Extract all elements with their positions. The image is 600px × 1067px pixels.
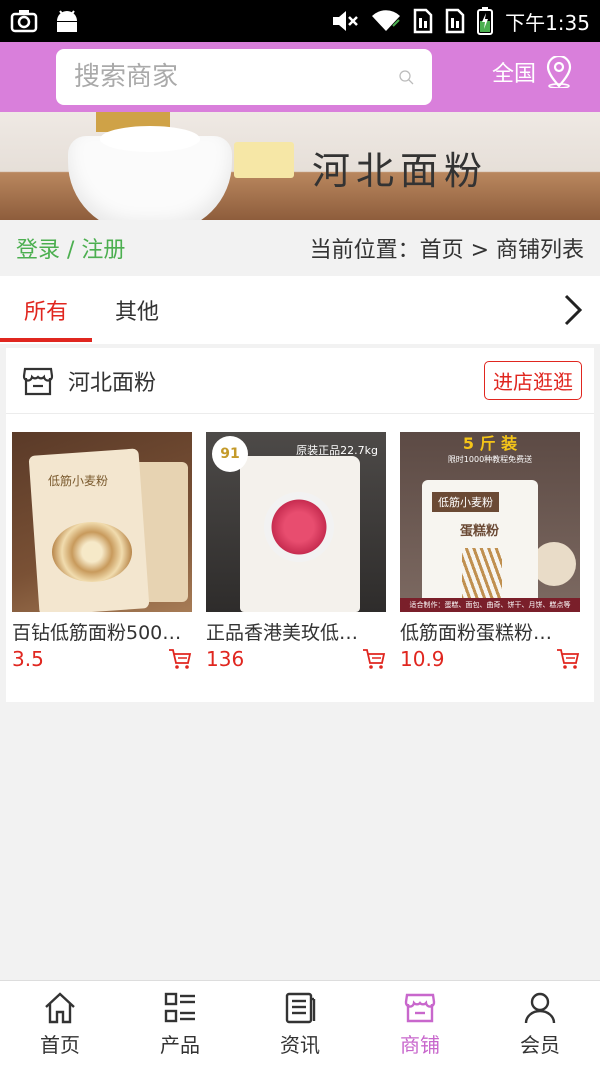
sim1-icon (413, 8, 433, 34)
location-pin-icon (546, 56, 572, 88)
chevron-right-icon[interactable] (558, 292, 586, 328)
nav-label: 首页 (40, 1032, 80, 1057)
tab-label: 其他 (114, 300, 159, 325)
product-image-subline: 限时1000种教程免费送 (447, 455, 533, 464)
product-tag: 91 (212, 436, 248, 472)
product-image[interactable]: 低筋小麦粉 (12, 432, 192, 612)
product-list: 低筋小麦粉 百钻低筋面粉500… 3.5 91 原装正品22.7kg 正品香港美… (6, 414, 594, 671)
tab-all[interactable]: 所有 (0, 276, 92, 344)
news-icon (285, 992, 316, 1023)
status-time: 下午1:35 (505, 10, 590, 35)
nav-label: 资讯 (280, 1032, 320, 1057)
nav-label: 商铺 (400, 1032, 440, 1057)
banner-title: 河北面粉 (312, 149, 489, 193)
cart-icon[interactable] (168, 648, 192, 670)
header: 全国 (0, 42, 600, 112)
sim2-icon (445, 8, 465, 34)
region-selector[interactable]: 全国 (492, 56, 574, 88)
product-bag-label: 低筋小麦粉 (432, 492, 499, 512)
product-image[interactable]: 5 斤 装 限时1000种教程免费送 低筋小麦粉 蛋糕粉 适合制作：蛋糕、面包、… (400, 432, 580, 612)
android-icon (57, 10, 77, 32)
login-register-link[interactable]: 登录 / 注册 (16, 232, 125, 264)
product-card[interactable]: 低筋小麦粉 百钻低筋面粉500… 3.5 (12, 432, 192, 671)
store-header: 河北面粉 进店逛逛 (6, 348, 594, 414)
wheat-image (462, 548, 502, 602)
wifi-icon (372, 10, 401, 32)
mute-icon (333, 11, 358, 31)
store-icon (22, 367, 54, 395)
banner[interactable]: 河北面粉 (0, 112, 600, 220)
cake-image (532, 542, 576, 586)
product-name[interactable]: 百钻低筋面粉500… (12, 618, 192, 645)
product-name[interactable]: 低筋面粉蛋糕粉… (400, 618, 580, 645)
product-bag-label: 低筋小麦粉 (48, 474, 109, 488)
category-tabs: 所有 其他 (0, 276, 600, 344)
search-input[interactable] (74, 62, 398, 92)
cake-roll-image (52, 522, 132, 582)
nav-news[interactable]: 资讯 (240, 981, 360, 1067)
battery-icon (477, 7, 494, 35)
product-card[interactable]: 5 斤 装 限时1000种教程免费送 低筋小麦粉 蛋糕粉 适合制作：蛋糕、面包、… (400, 432, 580, 671)
banner-flour-image (100, 126, 200, 152)
nav-label: 产品 (160, 1032, 200, 1057)
location-row: 登录 / 注册 当前位置：首页 > 商铺列表 (0, 220, 600, 276)
nav-label: 会员 (520, 1032, 560, 1057)
product-price: 10.9 (400, 647, 445, 671)
product-price: 136 (206, 647, 245, 671)
product-card[interactable]: 91 原装正品22.7kg 正品香港美玫低… 136 (206, 432, 386, 671)
nav-stores[interactable]: 商铺 (360, 981, 480, 1067)
rose-image (264, 492, 334, 562)
store-name[interactable]: 河北面粉 (68, 365, 156, 397)
product-image[interactable]: 91 原装正品22.7kg (206, 432, 386, 612)
product-image-caption: 原装正品22.7kg (296, 444, 378, 457)
region-label: 全国 (492, 62, 537, 87)
breadcrumb: 当前位置：首页 > 商铺列表 (309, 238, 584, 263)
bottom-nav: 首页 产品 资讯 商铺 会员 (0, 980, 600, 1067)
status-bar: 下午1:35 (0, 0, 600, 42)
search-icon[interactable] (398, 61, 414, 93)
tab-other[interactable]: 其他 (92, 276, 182, 344)
store-card: 河北面粉 进店逛逛 低筋小麦粉 百钻低筋面粉500… 3.5 91 原装正品22… (6, 348, 594, 702)
cart-icon[interactable] (556, 648, 580, 670)
nav-home[interactable]: 首页 (0, 981, 120, 1067)
screenshot-icon (10, 10, 38, 33)
cart-icon[interactable] (362, 648, 386, 670)
tab-label: 所有 (23, 300, 68, 325)
product-bag-sublabel: 蛋糕粉 (460, 524, 500, 539)
banner-butter-image (234, 142, 294, 178)
visit-store-button[interactable]: 进店逛逛 (484, 361, 582, 400)
list-icon (164, 992, 195, 1022)
product-price: 3.5 (12, 647, 44, 671)
user-icon (524, 992, 556, 1023)
search-box[interactable] (56, 49, 432, 105)
store-icon (404, 993, 436, 1022)
product-image-footer: 适合制作：蛋糕、面包、曲奇、饼干、月饼、糕点等 (400, 598, 580, 612)
product-name[interactable]: 正品香港美玫低… (206, 618, 386, 645)
nav-member[interactable]: 会员 (480, 981, 600, 1067)
nav-products[interactable]: 产品 (120, 981, 240, 1067)
product-bag: 低筋小麦粉 蛋糕粉 (422, 480, 538, 606)
home-icon (45, 991, 75, 1023)
